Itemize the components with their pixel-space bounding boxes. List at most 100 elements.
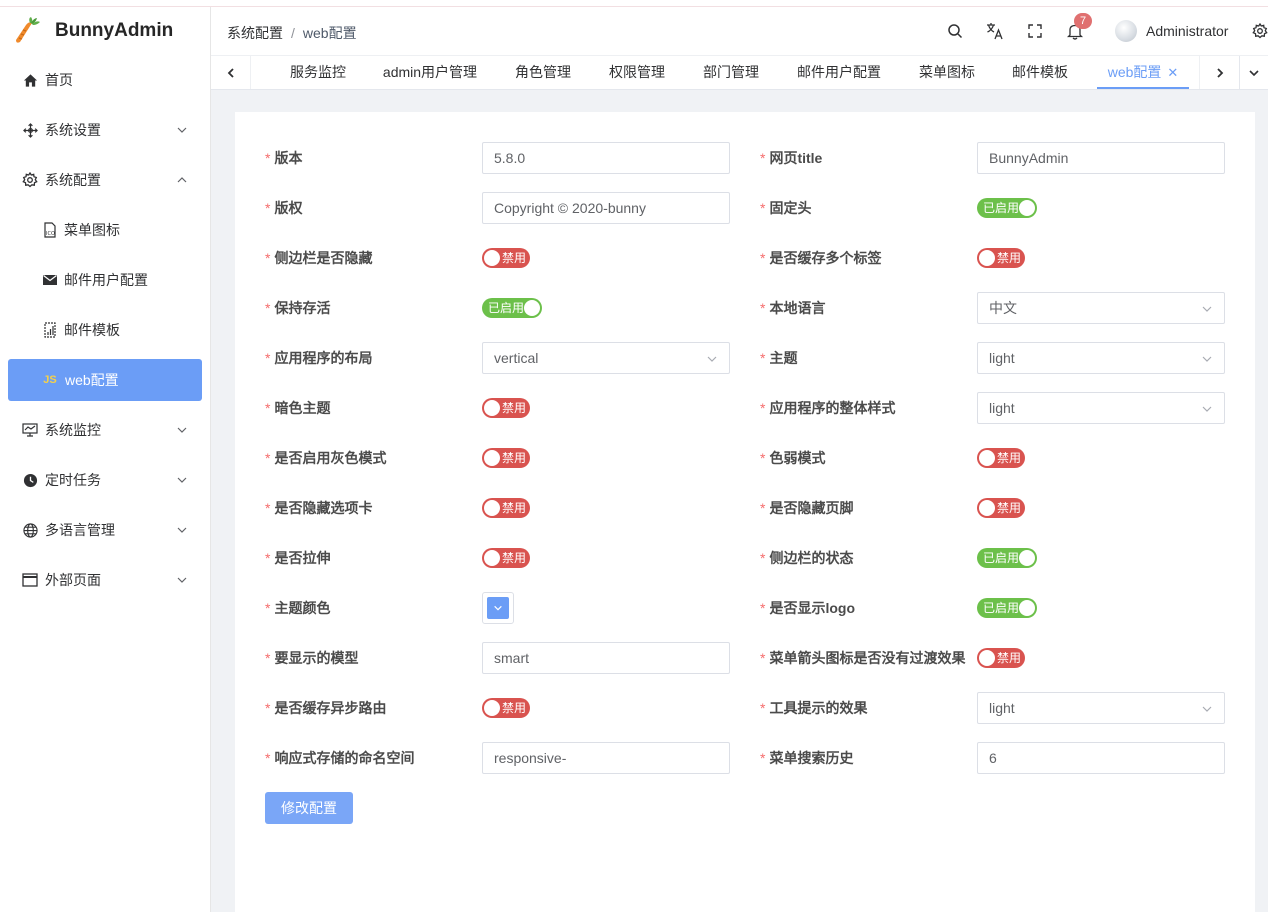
icon-file-icon: ICO: [42, 222, 58, 238]
sidebar: BunnyAdmin 首页 系统设置 系统配置 ICO 菜单图标 邮件用户配置: [0, 7, 211, 912]
chevron-down-icon: [1202, 356, 1212, 362]
monitor-icon: [22, 422, 38, 438]
sidebar-item-system-settings[interactable]: 系统设置: [0, 105, 210, 155]
sidebar-item-mail-template[interactable]: 邮件模板: [0, 305, 210, 355]
top-header: 系统配置 / web配置 7 Administrator: [211, 7, 1268, 55]
home-icon: [22, 72, 38, 88]
chevron-down-icon: [177, 127, 187, 133]
field-label-hide-footer: * 是否隐藏页脚: [760, 500, 854, 516]
chevron-down-icon: [1249, 69, 1259, 76]
field-label-menu-search-history: * 菜单搜索历史: [760, 750, 854, 766]
sidebar-item-menu-icons[interactable]: ICO 菜单图标: [0, 205, 210, 255]
search-icon[interactable]: [945, 21, 965, 41]
sidebar-item-label: web配置: [65, 372, 119, 388]
sidebar-item-label: 定时任务: [45, 472, 101, 488]
username[interactable]: Administrator: [1146, 23, 1228, 39]
menu-search-history-input[interactable]: 6: [977, 742, 1225, 774]
theme-color-picker[interactable]: [482, 592, 514, 624]
show-model-input[interactable]: smart: [482, 642, 730, 674]
avatar[interactable]: [1115, 20, 1137, 42]
tab-service-monitor[interactable]: 服务监控: [283, 56, 353, 89]
overall-style-select[interactable]: light: [977, 392, 1225, 424]
keep-alive-switch[interactable]: 已启用: [482, 298, 542, 318]
chevron-down-icon: [707, 356, 717, 362]
breadcrumb-current: web配置: [302, 25, 357, 41]
version-input[interactable]: 5.8.0: [482, 142, 730, 174]
sidebar-status-switch[interactable]: 已启用: [977, 548, 1037, 568]
title-input[interactable]: BunnyAdmin: [977, 142, 1225, 174]
field-label-sidebar-status: * 侧边栏的状态: [760, 550, 854, 566]
sidebar-item-i18n[interactable]: 多语言管理: [0, 505, 210, 555]
hide-sidebar-switch[interactable]: 禁用: [482, 248, 530, 268]
stretch-switch[interactable]: 禁用: [482, 548, 530, 568]
sidebar-item-web-config[interactable]: JS web配置: [8, 359, 202, 401]
layout-select[interactable]: vertical: [482, 342, 730, 374]
sidebar-item-external-pages[interactable]: 外部页面: [0, 555, 210, 605]
field-label-hide-sidebar: * 侧边栏是否隐藏: [265, 250, 373, 266]
fullscreen-icon[interactable]: [1025, 21, 1045, 41]
logo[interactable]: BunnyAdmin: [0, 7, 210, 55]
sidebar-item-label: 邮件模板: [64, 322, 120, 338]
settings-move-icon: [22, 122, 38, 138]
submit-config-button[interactable]: 修改配置: [265, 792, 353, 824]
chevron-down-icon: [177, 427, 187, 433]
field-label-hide-tabs: * 是否隐藏选项卡: [265, 500, 373, 516]
field-label-overall-style: * 应用程序的整体样式: [760, 400, 896, 416]
locale-select[interactable]: 中文: [977, 292, 1225, 324]
mail-icon: [42, 272, 58, 288]
menu-arrow-switch[interactable]: 禁用: [977, 648, 1025, 668]
hide-tabs-switch[interactable]: 禁用: [482, 498, 530, 518]
sidebar-item-scheduled-tasks[interactable]: 定时任务: [0, 455, 210, 505]
show-logo-switch[interactable]: 已启用: [977, 598, 1037, 618]
field-label-copyright: * 版权: [265, 200, 303, 216]
tab-web-config[interactable]: web配置 ✕: [1097, 56, 1189, 89]
tab-roles[interactable]: 角色管理: [508, 56, 578, 89]
cache-async-route-switch[interactable]: 禁用: [482, 698, 530, 718]
storage-namespace-input[interactable]: responsive-: [482, 742, 730, 774]
chevron-down-icon: [177, 527, 187, 533]
sidebar-item-label: 首页: [45, 72, 73, 88]
field-label-menu-arrow: * 菜单箭头图标是否没有过渡效果: [760, 650, 966, 666]
tab-mail-user-config[interactable]: 邮件用户配置: [789, 56, 889, 89]
field-label-cache-tags: * 是否缓存多个标签: [760, 250, 882, 266]
hide-footer-switch[interactable]: 禁用: [977, 498, 1025, 518]
breadcrumb-separator: /: [291, 25, 295, 41]
field-label-storage-namespace: * 响应式存储的命名空间: [265, 750, 415, 766]
chevron-right-icon: [1216, 67, 1223, 78]
dark-theme-switch[interactable]: 禁用: [482, 398, 530, 418]
breadcrumb: 系统配置 / web配置: [227, 23, 357, 43]
field-label-show-logo: * 是否显示logo: [760, 600, 855, 616]
app-name: BunnyAdmin: [55, 20, 174, 41]
translate-icon[interactable]: [985, 21, 1005, 41]
tabs-scroll-right-button[interactable]: [1199, 56, 1239, 89]
sidebar-item-mail-user-config[interactable]: 邮件用户配置: [0, 255, 210, 305]
fixed-header-switch[interactable]: 已启用: [977, 198, 1037, 218]
grey-mode-switch[interactable]: 禁用: [482, 448, 530, 468]
gear-icon[interactable]: [1250, 21, 1268, 41]
tab-menu-icons[interactable]: 菜单图标: [912, 56, 982, 89]
copyright-input[interactable]: Copyright © 2020-bunny: [482, 192, 730, 224]
globe-icon: [22, 522, 38, 538]
sidebar-item-label: 系统监控: [45, 422, 101, 438]
tab-departments[interactable]: 部门管理: [696, 56, 766, 89]
sidebar-item-system-config[interactable]: 系统配置: [0, 155, 210, 205]
cache-tags-switch[interactable]: 禁用: [977, 248, 1025, 268]
tab-mail-template[interactable]: 邮件模板: [1005, 56, 1075, 89]
tabs-menu-button[interactable]: [1239, 56, 1268, 89]
theme-select[interactable]: light: [977, 342, 1225, 374]
carrot-icon: [12, 16, 42, 46]
field-label-tooltip-effect: * 工具提示的效果: [760, 700, 868, 716]
breadcrumb-item[interactable]: 系统配置: [227, 25, 283, 41]
sidebar-item-system-monitor[interactable]: 系统监控: [0, 405, 210, 455]
tabs-scroll-left-button[interactable]: [211, 56, 251, 89]
sidebar-item-home[interactable]: 首页: [0, 55, 210, 105]
close-icon[interactable]: ✕: [1167, 65, 1178, 80]
tooltip-effect-select[interactable]: light: [977, 692, 1225, 724]
weak-mode-switch[interactable]: 禁用: [977, 448, 1025, 468]
tab-permissions[interactable]: 权限管理: [602, 56, 672, 89]
field-label-theme: * 主题: [760, 350, 798, 366]
tab-admin-users[interactable]: admin用户管理: [375, 56, 485, 89]
tabs-bar: 服务监控 admin用户管理 角色管理 权限管理 部门管理 邮件用户配置 菜单图…: [211, 55, 1268, 90]
template-icon: [42, 322, 58, 338]
field-label-weak-mode: * 色弱模式: [760, 450, 826, 466]
